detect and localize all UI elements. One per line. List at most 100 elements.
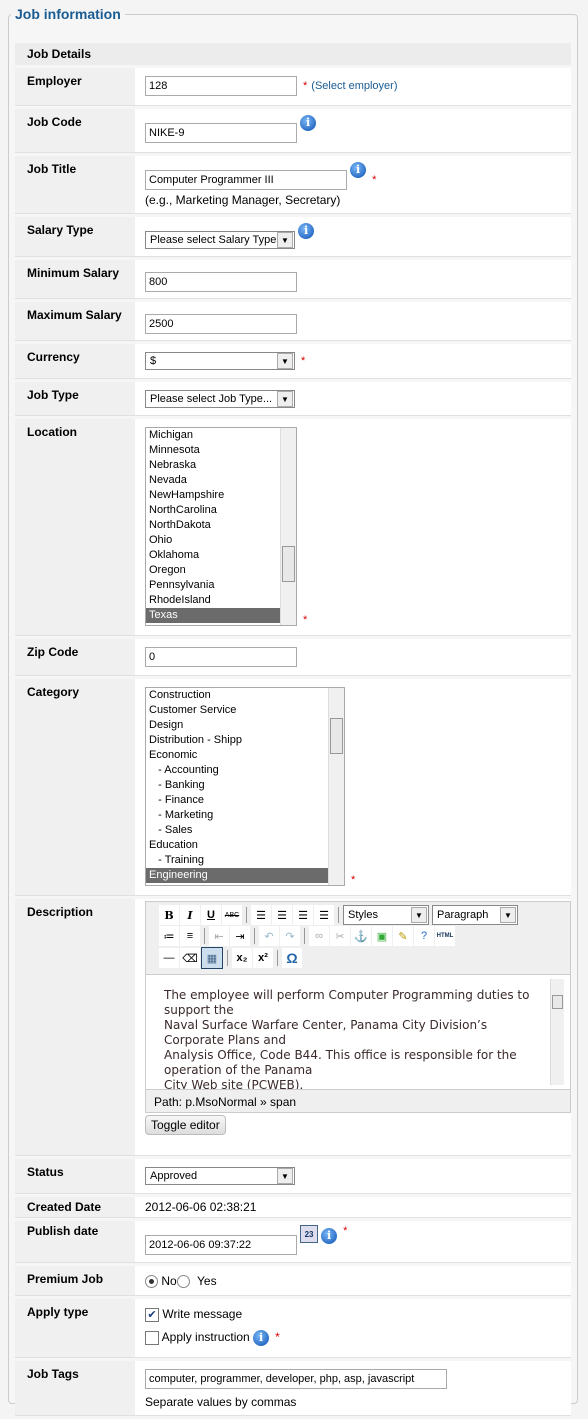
rich-text-editor: B I U ABC ☰ ☰ ☰ ☰ Styles ▼ Paragraph ▼ ≔ ≡ ⇤ ⇥ ↶ ↷ ∞ ✂ ⚓ ▣ ✎?… [145,901,571,1113]
list-option[interactable]: RhodeIsland [146,593,280,608]
desc-line: Naval Surface Warfare Center, Panama Cit… [164,1018,488,1047]
location-listbox[interactable]: Michigan Minnesota Nebraska Nevada NewHampsh… [145,427,297,626]
job-code-input[interactable] [145,123,297,143]
list-option[interactable]: NewHampshire [146,488,280,503]
styles-select[interactable]: Styles ▼ [343,905,429,925]
job-code-label: Job Code [15,109,135,153]
job-tags-hint: Separate values by commas [145,1395,297,1409]
align-left-icon[interactable]: ☰ [251,905,271,925]
info-icon[interactable]: i [298,223,315,239]
superscript-icon[interactable]: x² [253,948,273,968]
undo-icon[interactable]: ↶ [259,926,279,946]
info-icon[interactable]: i [350,162,367,178]
cleanup-icon[interactable]: ✎ [393,926,413,946]
bold-button[interactable]: B [159,905,179,925]
currency-label: Currency [15,344,135,379]
job-type-value: Please select Job Type... [150,393,273,405]
job-type-select[interactable]: Please select Job Type... ▼ [145,390,295,408]
link-icon[interactable]: ∞ [309,926,329,946]
editor-content[interactable]: The employee will perform Computer Progr… [146,974,570,1090]
list-option[interactable]: Oklahoma [146,548,280,563]
salary-type-select[interactable]: Please select Salary Type ▼ [145,231,295,249]
list-option[interactable]: Education [146,838,328,853]
list-option[interactable]: - Accounting [146,763,328,778]
eraser-icon[interactable]: ⌫ [180,948,200,968]
calendar-icon[interactable]: 23 [300,1225,319,1243]
image-icon[interactable]: ▣ [372,926,392,946]
list-option[interactable]: Texas [146,608,280,623]
job-form: Job Details Employer *(Select employer) … [15,40,571,1419]
outdent-icon[interactable]: ⇤ [209,926,229,946]
scrollbar[interactable] [550,979,564,1085]
align-center-icon[interactable]: ☰ [272,905,292,925]
zip-input[interactable] [145,647,297,667]
job-tags-input[interactable] [145,1369,447,1389]
html-button[interactable]: HTML [435,926,455,946]
subscript-icon[interactable]: x₂ [232,948,252,968]
apply-instruction-label: Apply instruction [161,1329,250,1344]
list-option[interactable]: - Banking [146,778,328,793]
apply-instruction-checkbox[interactable] [145,1330,159,1345]
list-option[interactable]: Nebraska [146,458,280,473]
premium-yes-radio[interactable] [176,1275,190,1289]
numbered-list-icon[interactable]: ≡ [180,926,200,946]
info-icon[interactable]: i [300,115,317,131]
editor-path: Path: p.MsoNormal » span [154,1095,297,1109]
write-message-checkbox[interactable]: ✔ [145,1307,159,1322]
list-option[interactable]: NorthCarolina [146,503,280,518]
chevron-down-icon: ▼ [277,1168,293,1184]
help-icon[interactable]: ? [414,926,434,946]
strikethrough-button[interactable]: ABC [222,905,242,925]
currency-select[interactable]: $ ▼ [145,352,295,370]
format-select[interactable]: Paragraph ▼ [432,905,518,925]
employer-input[interactable] [145,76,297,96]
premium-no-radio[interactable] [145,1275,158,1289]
unlink-icon[interactable]: ✂ [330,926,350,946]
scrollbar[interactable] [328,688,344,885]
list-option[interactable]: Customer Service [146,703,328,718]
list-option[interactable]: Distribution - Shipp [146,733,328,748]
status-select[interactable]: Approved ▼ [145,1167,295,1185]
created-date-label: Created Date [15,1197,135,1218]
justify-icon[interactable]: ☰ [314,905,334,925]
list-option[interactable]: - Finance [146,793,328,808]
special-char-icon[interactable]: Ω [282,948,302,968]
italic-button[interactable]: I [180,905,200,925]
list-option[interactable]: - Sales [146,823,328,838]
scrollbar[interactable] [280,428,296,625]
list-option[interactable]: Economic [146,748,328,763]
list-option[interactable]: Engineering [146,868,328,883]
list-option[interactable]: Ohio [146,533,280,548]
toggle-editor-button[interactable]: Toggle editor [145,1115,226,1135]
list-option[interactable]: Design [146,718,328,733]
list-option[interactable]: NorthDakota [146,518,280,533]
publish-date-input[interactable] [145,1235,297,1255]
redo-icon[interactable]: ↷ [280,926,300,946]
list-option[interactable]: Michigan [146,428,280,443]
indent-icon[interactable]: ⇥ [230,926,250,946]
min-salary-input[interactable] [145,272,297,292]
list-option[interactable]: - Marketing [146,808,328,823]
publish-date-label: Publish date [15,1221,135,1263]
job-title-input[interactable] [145,170,347,190]
table-icon[interactable]: ▦ [201,947,223,969]
max-salary-input[interactable] [145,314,297,334]
list-option[interactable]: - Training [146,853,328,868]
underline-button[interactable]: U [201,905,221,925]
select-employer-link[interactable]: (Select employer) [311,80,397,92]
info-icon[interactable]: i [253,1329,270,1346]
required-mark: * [301,354,306,367]
align-right-icon[interactable]: ☰ [293,905,313,925]
required-mark: * [372,174,377,186]
info-icon[interactable]: i [321,1228,338,1244]
horizontal-rule-icon[interactable]: — [159,948,179,968]
list-option[interactable]: Nevada [146,473,280,488]
anchor-icon[interactable]: ⚓ [351,926,371,946]
list-option[interactable]: Minnesota [146,443,280,458]
list-option[interactable]: Construction [146,688,328,703]
list-option[interactable]: Pennsylvania [146,578,280,593]
description-label: Description [15,899,135,1156]
category-listbox[interactable]: Construction Customer Service Design Distri… [145,687,345,886]
list-option[interactable]: Oregon [146,563,280,578]
bullet-list-icon[interactable]: ≔ [159,926,179,946]
